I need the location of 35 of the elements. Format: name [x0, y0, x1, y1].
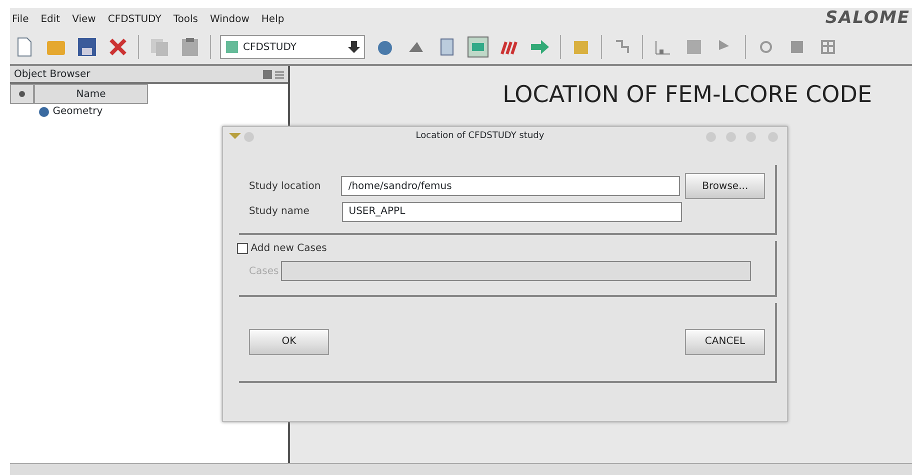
eye-icon[interactable] [18, 90, 26, 98]
menu-item[interactable]: View [72, 12, 96, 26]
tree-item[interactable]: Geometry [10, 104, 288, 119]
window-menu-icon[interactable] [229, 131, 255, 143]
dialog-button[interactable]: OK [249, 328, 329, 354]
menu-item[interactable]: Tools [173, 12, 198, 26]
down-arrow-icon[interactable] [348, 40, 360, 54]
text-field[interactable] [281, 261, 752, 281]
heading-text: LOCATION OF FEM-LCORE CODE [502, 81, 872, 110]
text-field[interactable]: USER_APPL [342, 202, 682, 222]
dialog-title: Location of CFDSTUDY study [414, 130, 546, 144]
menu-item[interactable]: Help [261, 12, 284, 26]
checkbox[interactable] [237, 242, 248, 254]
close-panel-icon[interactable] [275, 70, 284, 78]
column-header[interactable]: Name [34, 84, 148, 104]
field-label: Cases [249, 264, 279, 278]
dialog-button[interactable]: CANCEL [685, 328, 765, 354]
field-label: Study name [249, 205, 310, 220]
save-icon[interactable] [76, 36, 98, 58]
checkbox-label: Add new Cases [250, 242, 327, 256]
menu-item[interactable]: Edit [40, 12, 60, 26]
app-logo: SALOME [825, 7, 910, 30]
module-combo[interactable]: CFDSTUDY [220, 35, 365, 59]
toggle-view-icon[interactable] [467, 36, 489, 58]
eye-column-header[interactable] [10, 84, 34, 104]
menu-item[interactable]: Window [210, 12, 250, 26]
close-icon[interactable] [107, 36, 129, 58]
menu-item[interactable]: File [12, 12, 29, 26]
module-icon[interactable] [225, 40, 239, 54]
text-field[interactable]: /home/sandro/femus [341, 176, 680, 196]
browse-button[interactable]: Browse... [685, 173, 765, 199]
field-label: Study location [249, 180, 322, 194]
paste-icon[interactable] [179, 36, 201, 58]
panel-title: Object Browser [14, 68, 92, 82]
menu-item[interactable]: CFDSTUDY [108, 12, 162, 26]
